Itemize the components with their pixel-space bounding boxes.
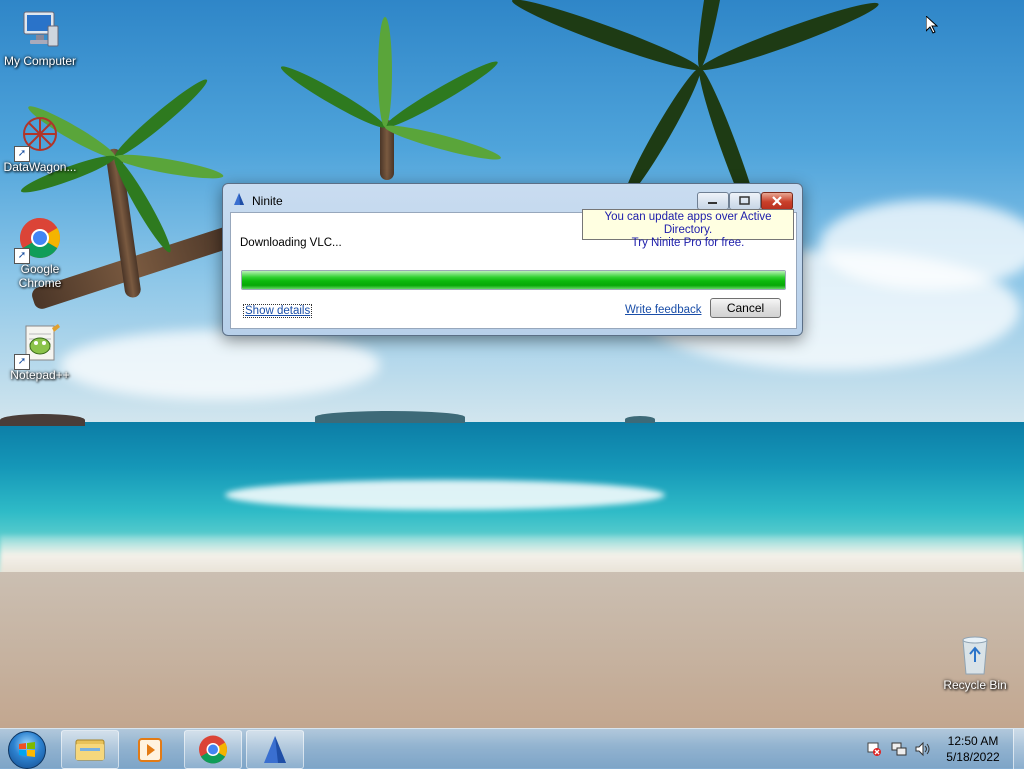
minimize-button[interactable] [697, 192, 729, 210]
mouse-cursor-icon [926, 16, 938, 34]
desktop-wallpaper [0, 0, 1024, 768]
desktop-icon-label: DataWagon... [3, 160, 77, 174]
recycle-bin-icon [953, 632, 997, 676]
desktop-icon-label: Notepad++ [10, 368, 70, 382]
desktop-icon-recycle-bin[interactable]: Recycle Bin [935, 632, 1015, 692]
wallpaper-wave [225, 480, 665, 510]
taskbar-media-player-button[interactable] [122, 730, 180, 769]
maximize-button[interactable] [729, 192, 761, 210]
explorer-icon [75, 739, 105, 761]
maximize-icon [739, 196, 750, 205]
desktop-icon-label: Google Chrome [18, 262, 62, 290]
wallpaper-island [625, 416, 655, 423]
taskbar-explorer-button[interactable] [61, 730, 119, 769]
taskbar: 12:50 AM 5/18/2022 [0, 728, 1024, 769]
taskbar-chrome-button[interactable] [184, 730, 242, 769]
computer-icon [18, 8, 62, 52]
notepadpp-icon: ➚ [14, 322, 62, 370]
desktop-icon-notepadpp[interactable]: ➚ Notepad++ [0, 322, 80, 382]
download-status-text: Downloading VLC... [240, 237, 342, 249]
desktop-icon-google-chrome[interactable]: ➚ Google Chrome [0, 216, 80, 290]
shortcut-arrow-icon: ➚ [14, 248, 30, 264]
palm-frond [378, 17, 392, 127]
close-button[interactable] [761, 192, 793, 210]
desktop-icon-label: My Computer [3, 54, 77, 68]
desktop-icon-my-computer[interactable]: My Computer [0, 8, 80, 68]
show-details-link[interactable]: Show details [243, 304, 313, 318]
ninite-icon [264, 736, 286, 763]
close-icon [772, 196, 782, 206]
clock-time: 12:50 AM [947, 734, 999, 748]
download-progress-bar [241, 270, 786, 290]
ninite-pro-tooltip[interactable]: You can update apps over Active Director… [582, 209, 794, 249]
shortcut-arrow-icon: ➚ [14, 354, 30, 370]
desktop-icon-label: Recycle Bin [943, 678, 1007, 692]
wallpaper-cloud [820, 200, 1024, 290]
taskbar-clock[interactable]: 12:50 AM 5/18/2022 [940, 733, 1006, 765]
tooltip-line: You can update apps over Active Director… [604, 211, 772, 236]
ninite-window[interactable]: Ninite Downloading VLC... Show details W… [222, 183, 803, 336]
network-icon[interactable] [891, 741, 907, 757]
minimize-icon [708, 202, 717, 204]
wallpaper-island [315, 411, 465, 423]
wallpaper-cloud [60, 330, 380, 400]
window-titlebar[interactable]: Ninite [223, 184, 802, 212]
chrome-icon: ➚ [14, 216, 62, 264]
start-button[interactable] [8, 731, 46, 769]
desktop-icon-datawagon[interactable]: ➚ DataWagon... [0, 114, 80, 174]
ninite-icon [234, 193, 244, 205]
chrome-icon [199, 735, 227, 764]
datawagon-icon: ➚ [14, 114, 62, 162]
windows-logo-icon [19, 742, 35, 757]
shortcut-arrow-icon: ➚ [14, 146, 30, 162]
action-center-icon[interactable] [866, 741, 882, 757]
progress-fill [242, 271, 785, 289]
cancel-button[interactable]: Cancel [710, 298, 781, 318]
show-desktop-button[interactable] [1013, 729, 1024, 769]
wallpaper-rocks [0, 414, 85, 426]
tooltip-line: Try Ninite Pro for free. [631, 237, 745, 249]
media-player-icon [138, 738, 162, 762]
volume-icon[interactable] [915, 741, 931, 757]
window-title: Ninite [252, 194, 283, 208]
clock-date: 5/18/2022 [946, 750, 1000, 764]
taskbar-ninite-button[interactable] [246, 730, 304, 769]
write-feedback-link[interactable]: Write feedback [625, 304, 702, 316]
